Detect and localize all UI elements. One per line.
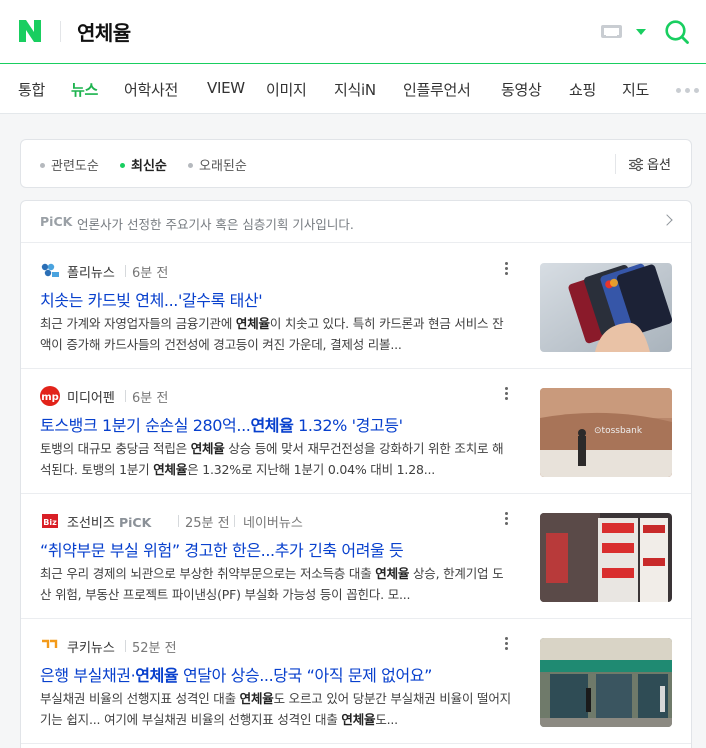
svg-text:Biz: Biz xyxy=(43,518,57,527)
options-label: 옵션 xyxy=(647,158,671,173)
press-name[interactable]: 폴리뉴스 xyxy=(67,262,115,281)
article-headline[interactable]: 은행 부실채권·연체율 연달아 상승...당국 “아직 문제 없어요” xyxy=(40,662,432,686)
headline-text: 1.32% '경고등' xyxy=(293,416,403,435)
tab-integrated[interactable]: 통합 xyxy=(18,79,45,100)
tab-images[interactable]: 이미지 xyxy=(266,79,307,100)
autocomplete-toggle-icon[interactable] xyxy=(636,29,646,35)
news-item: 쿠키뉴스 52분 전 은행 부실채권·연체율 연달아 상승...당국 “아직 문… xyxy=(21,619,691,744)
sort-oldest[interactable]: 오래된순 xyxy=(188,155,247,174)
news-item: mp 미디어펜 6분 전 토스뱅크 1분기 순손실 280억...연체율 1.3… xyxy=(21,369,691,494)
tab-view[interactable]: VIEW xyxy=(207,79,245,97)
tab-video[interactable]: 동영상 xyxy=(501,79,542,100)
chevron-right-icon xyxy=(661,214,673,226)
article-time: 25분 전 xyxy=(185,516,230,531)
press-name[interactable]: 조선비즈 PiCK xyxy=(67,512,151,531)
naver-logo[interactable] xyxy=(18,20,42,42)
meta-divider xyxy=(234,515,235,527)
pick-label: PiCK xyxy=(40,214,73,229)
tab-kin[interactable]: 지식iN xyxy=(334,79,376,100)
filter-sliders-icon xyxy=(629,157,643,172)
news-list: PiCK 언론사가 선정한 주요기사 혹은 심층기획 기사입니다. 폴리뉴스 6… xyxy=(20,200,692,748)
article-thumbnail[interactable] xyxy=(540,513,672,602)
sort-dot-icon xyxy=(120,163,125,168)
tab-news[interactable]: 뉴스 xyxy=(71,79,98,100)
article-snippet[interactable]: 최근 우리 경제의 뇌관으로 부상한 취약부문으로는 저소득층 대출 연체율 상… xyxy=(40,563,512,605)
sort-label: 최신순 xyxy=(131,159,167,174)
sort-relevance[interactable]: 관련도순 xyxy=(40,155,99,174)
press-logo-icon[interactable] xyxy=(40,636,60,656)
options-divider xyxy=(615,154,616,174)
sort-latest[interactable]: 최신순 xyxy=(120,155,167,174)
press-name-text: 조선비즈 xyxy=(67,516,115,531)
search-tabs: 통합 뉴스 어학사전 VIEW 이미지 지식iN 인플루언서 동영상 쇼핑 지도 xyxy=(0,64,706,114)
sort-label: 오래된순 xyxy=(199,159,247,174)
pick-banner[interactable]: PiCK 언론사가 선정한 주요기사 혹은 심층기획 기사입니다. xyxy=(21,201,691,243)
sort-dot-icon xyxy=(188,163,193,168)
pick-description: 언론사가 선정한 주요기사 혹은 심층기획 기사입니다. xyxy=(77,217,354,232)
article-time: 52분 전 xyxy=(132,641,177,656)
pick-tag: PiCK xyxy=(118,515,152,530)
options-button[interactable]: 옵션 xyxy=(629,154,671,173)
press-logo-icon[interactable] xyxy=(40,261,60,281)
more-options-icon[interactable] xyxy=(505,262,509,276)
headline-keyword: 연체율 xyxy=(135,666,179,685)
sort-options-bar: 관련도순 최신순 오래된순 옵션 xyxy=(20,139,692,188)
search-header: 연체율 xyxy=(0,0,706,64)
tab-influencer[interactable]: 인플루언서 xyxy=(403,79,471,100)
tab-shopping[interactable]: 쇼핑 xyxy=(569,79,596,100)
search-input[interactable]: 연체율 xyxy=(77,17,131,46)
news-item: Biz 조선비즈 PiCK 25분 전 네이버뉴스 “취약부문 부실 위험” 경… xyxy=(21,494,691,619)
more-options-icon[interactable] xyxy=(505,637,509,651)
tab-dictionary[interactable]: 어학사전 xyxy=(124,79,178,100)
press-logo-icon[interactable]: mp xyxy=(40,386,60,406)
meta-divider xyxy=(125,265,126,277)
press-name[interactable]: 미디어펜 xyxy=(67,387,115,406)
keyboard-icon[interactable] xyxy=(601,25,622,38)
svg-text:mp: mp xyxy=(41,392,59,403)
sort-dot-icon xyxy=(40,163,45,168)
article-headline[interactable]: 토스뱅크 1분기 순손실 280억...연체율 1.32% '경고등' xyxy=(40,412,403,436)
press-name[interactable]: 쿠키뉴스 xyxy=(67,637,115,656)
article-snippet[interactable]: 최근 가계와 자영업자들의 금융기관에 연체율이 치솟고 있다. 특히 카드론과… xyxy=(40,313,512,355)
article-thumbnail[interactable]: ⊙tossbank xyxy=(540,388,672,477)
article-snippet[interactable]: 토뱅의 대규모 충당금 적립은 연체율 상승 등에 맞서 재무건전성을 강화하기… xyxy=(40,438,512,480)
tab-map[interactable]: 지도 xyxy=(622,79,649,100)
news-item: 폴리뉴스 6분 전 치솟는 카드빚 연체...'갈수록 태산' 최근 가계와 자… xyxy=(21,244,691,369)
meta-divider xyxy=(125,390,126,402)
headline-text: 연달아 상승...당국 “아직 문제 없어요” xyxy=(178,666,433,685)
article-snippet[interactable]: 부실채권 비율의 선행지표 성격인 대출 연체율도 오르고 있어 당분간 부실채… xyxy=(40,688,512,730)
svg-text:⊙tossbank: ⊙tossbank xyxy=(594,426,643,436)
article-thumbnail[interactable] xyxy=(540,263,672,352)
headline-text: 은행 부실채권· xyxy=(40,666,136,685)
headline-text: 토스뱅크 1분기 순손실 280억... xyxy=(40,416,251,435)
article-headline[interactable]: 치솟는 카드빚 연체...'갈수록 태산' xyxy=(40,287,263,311)
press-logo-icon[interactable]: Biz xyxy=(40,511,60,531)
header-divider xyxy=(60,21,61,42)
more-tabs-icon[interactable] xyxy=(676,88,699,93)
sort-label: 관련도순 xyxy=(51,159,99,174)
more-options-icon[interactable] xyxy=(505,512,509,526)
search-icon[interactable] xyxy=(664,19,690,45)
more-options-icon[interactable] xyxy=(505,387,509,401)
naver-news-link[interactable]: 네이버뉴스 xyxy=(243,512,303,531)
article-time: 6분 전 xyxy=(132,391,169,406)
meta-divider xyxy=(178,515,179,527)
meta-divider xyxy=(125,640,126,652)
headline-keyword: 연체율 xyxy=(250,416,294,435)
article-headline[interactable]: “취약부문 부실 위험” 경고한 한은...추가 긴축 어려울 듯 xyxy=(40,537,404,561)
article-thumbnail[interactable] xyxy=(540,638,672,727)
article-time: 6분 전 xyxy=(132,266,169,281)
